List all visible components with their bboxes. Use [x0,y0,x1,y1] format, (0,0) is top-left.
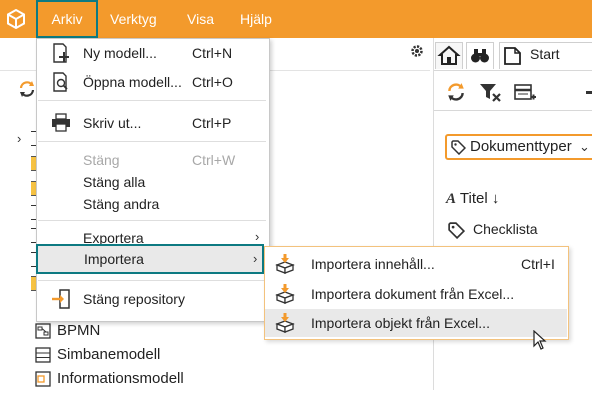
tag-icon [451,140,467,158]
menu-item-stang-andra[interactable]: Stäng andra [37,193,267,215]
close-repository-icon [51,289,71,309]
tree-expand-icon[interactable]: › [17,131,21,146]
bpmn-diagram-icon [35,323,51,339]
import-box-icon [275,313,295,333]
import-box-icon [275,284,295,304]
menu-verktyg[interactable]: Verktyg [110,0,157,38]
column-header-titel[interactable]: A Titel ↓ [446,190,499,208]
chevron-down-icon[interactable]: ⌄ [579,139,590,155]
chevron-right-icon: › [255,229,260,244]
menu-hjalp[interactable]: Hjälp [240,0,272,38]
text-type-icon: A [446,191,457,207]
open-model-icon [51,72,71,92]
menu-item-skriv-ut[interactable]: Skriv ut... Ctrl+P [37,112,267,134]
import-box-icon [275,254,295,274]
menu-item-stang: Stäng Ctrl+W [83,152,236,168]
mouse-cursor-icon [533,329,547,353]
menu-item-ny-modell[interactable]: Ny modell... Ctrl+N [37,42,267,64]
list-item[interactable]: Checklista [473,221,538,237]
menu-item-oppna-modell[interactable]: Öppna modell... Ctrl+O [37,71,267,93]
minus-icon[interactable] [586,91,592,94]
swimlane-model-icon [35,347,51,363]
information-model-icon [35,371,51,387]
menu-separator [38,100,266,101]
clear-filter-icon[interactable] [479,82,501,105]
home-icon [437,45,461,65]
sort-arrow-icon: ↓ [491,190,500,207]
submenu-item-importera-innehall[interactable]: Importera innehåll... Ctrl+I [265,250,567,278]
add-row-icon[interactable] [514,82,536,105]
new-model-icon [51,43,71,63]
submenu-item-importera-dokument[interactable]: Importera dokument från Excel... [265,280,567,308]
menu-separator [38,280,266,281]
sync-icon[interactable] [446,82,466,105]
menu-arkiv[interactable]: Arkiv [36,0,98,38]
submenu-item-importera-objekt[interactable]: Importera objekt från Excel... [265,309,567,337]
menu-item-stang-repository[interactable]: Stäng repository [37,288,267,310]
sync-icon[interactable] [18,80,36,101]
search-tab[interactable] [466,42,494,69]
tab-start-label: Start [530,46,560,62]
dropdown-value: Dokumenttyper [470,138,572,155]
binoculars-icon [471,49,489,63]
chevron-right-icon: › [253,251,258,266]
document-icon [504,47,521,65]
menu-separator [38,220,266,221]
printer-icon [51,113,71,133]
tag-icon [448,222,466,242]
app-logo-icon[interactable] [6,8,26,30]
menu-separator [38,141,266,142]
menu-visa[interactable]: Visa [187,0,214,38]
toolbar-divider [434,110,592,111]
home-tab[interactable] [435,42,463,69]
menu-item-importera[interactable]: Importera › [36,244,264,274]
gear-icon[interactable] [410,44,424,61]
menu-item-stang-alla[interactable]: Stäng alla [37,171,267,193]
